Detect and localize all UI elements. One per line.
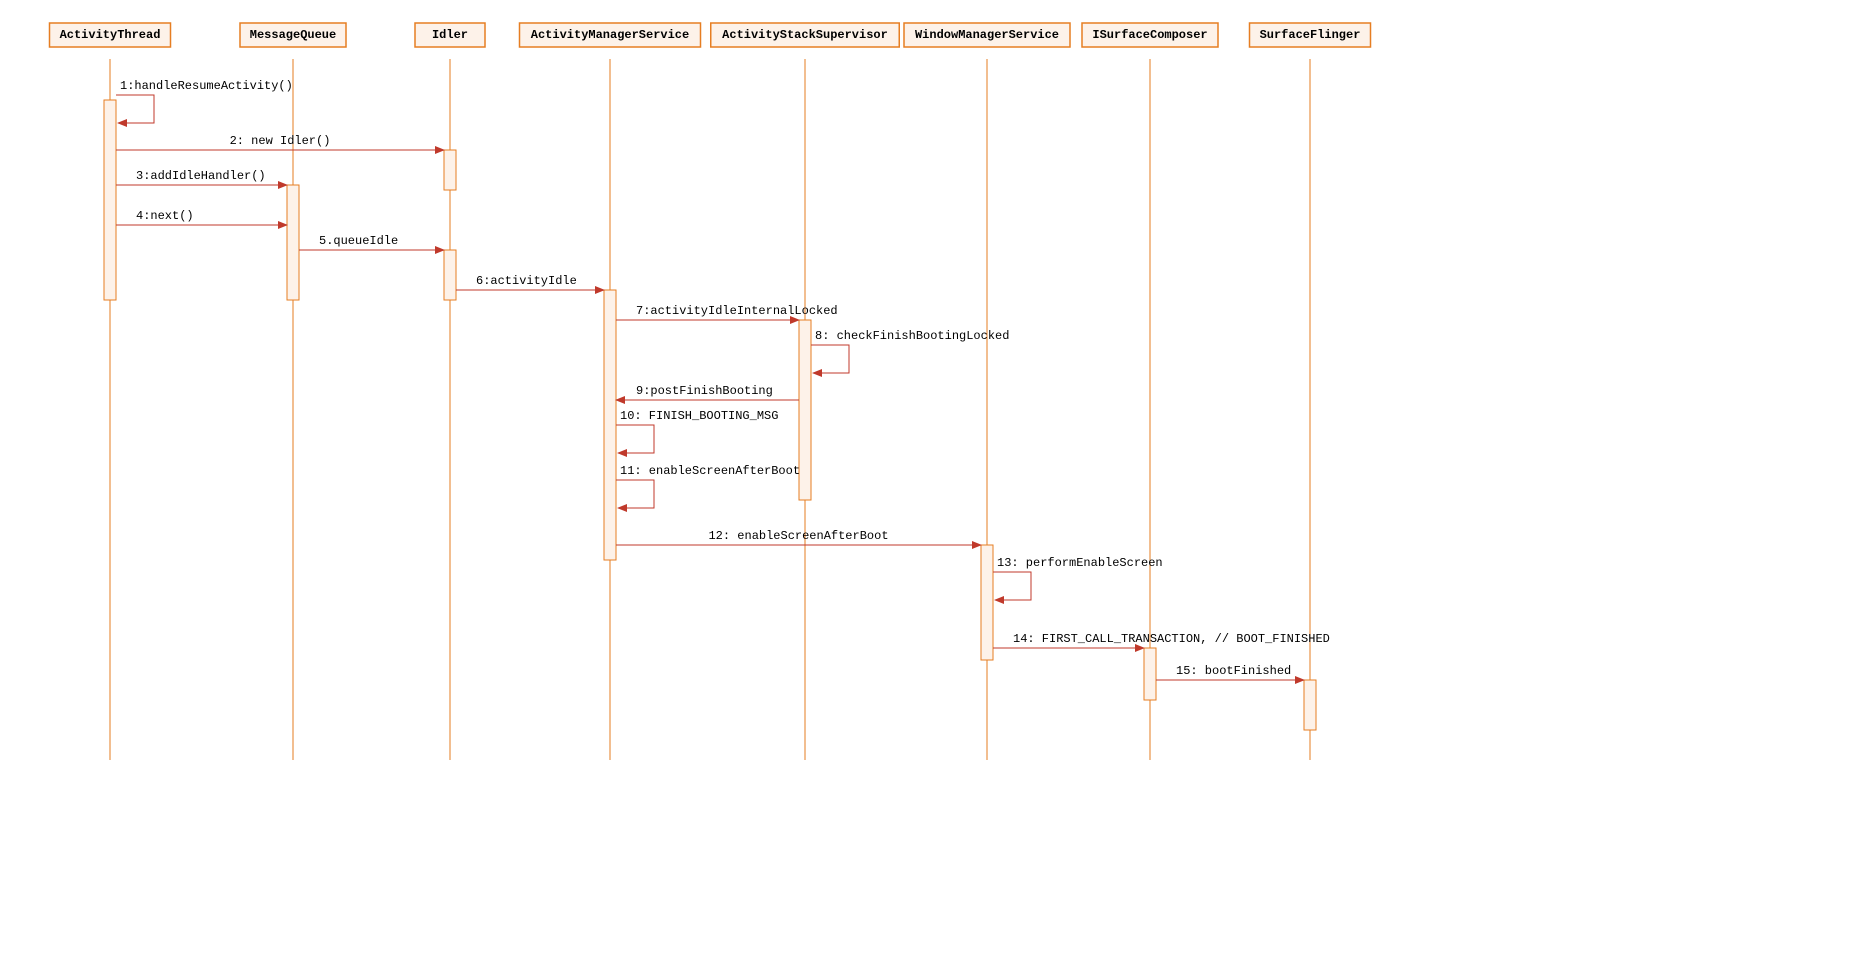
message-label-8: 8: checkFinishBootingLocked [815, 329, 1009, 343]
participant-label-ActivityThread: ActivityThread [60, 28, 161, 42]
message-arrow-1 [116, 95, 154, 123]
activation-Idler-3 [444, 250, 456, 300]
message-label-10: 10: FINISH_BOOTING_MSG [620, 409, 778, 423]
participant-label-ISurfaceComposer: ISurfaceComposer [1092, 28, 1207, 42]
message-label-4: 4:next() [136, 209, 194, 223]
message-label-2: 2: new Idler() [230, 134, 331, 148]
activation-MessageQueue-2 [287, 185, 299, 300]
participant-label-ActivityManagerService: ActivityManagerService [531, 28, 689, 42]
message-label-1: 1:handleResumeActivity() [120, 79, 293, 93]
activation-Idler-1 [444, 150, 456, 190]
activation-SurfaceFlinger-8 [1304, 680, 1316, 730]
message-label-11: 11: enableScreenAfterBoot [620, 464, 800, 478]
activation-ISurfaceComposer-7 [1144, 648, 1156, 700]
message-arrow-10 [616, 425, 654, 453]
participant-label-WindowManagerService: WindowManagerService [915, 28, 1059, 42]
message-arrow-13 [993, 572, 1031, 600]
message-label-15: 15: bootFinished [1176, 664, 1291, 678]
message-label-7: 7:activityIdleInternalLocked [636, 304, 838, 318]
participant-label-MessageQueue: MessageQueue [250, 28, 336, 42]
message-label-6: 6:activityIdle [476, 274, 577, 288]
message-arrow-8 [811, 345, 849, 373]
activation-ActivityStackSupervisor-5 [799, 320, 811, 500]
activation-WindowManagerService-6 [981, 545, 993, 660]
message-arrow-11 [616, 480, 654, 508]
activation-ActivityThread-0 [104, 100, 116, 300]
participant-label-Idler: Idler [432, 28, 468, 42]
message-label-13: 13: performEnableScreen [997, 556, 1163, 570]
message-label-9: 9:postFinishBooting [636, 384, 773, 398]
activation-ActivityManagerService-4 [604, 290, 616, 560]
participant-label-ActivityStackSupervisor: ActivityStackSupervisor [722, 28, 888, 42]
participant-label-SurfaceFlinger: SurfaceFlinger [1260, 28, 1361, 42]
message-label-3: 3:addIdleHandler() [136, 169, 266, 183]
sequence-diagram: ActivityThread MessageQueue Idler ActivityM… [0, 0, 1858, 955]
message-label-5: 5.queueIdle [319, 234, 398, 248]
message-label-12: 12: enableScreenAfterBoot [708, 529, 888, 543]
message-label-14: 14: FIRST_CALL_TRANSACTION, // BOOT_FINI… [1013, 632, 1330, 646]
